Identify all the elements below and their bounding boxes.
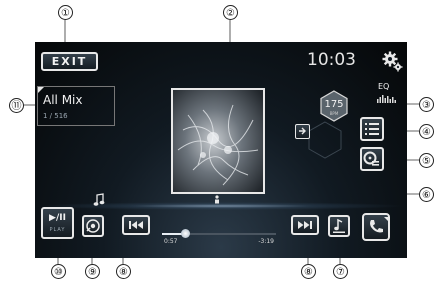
previous-icon [129,221,143,229]
list-icon [365,123,379,135]
album-artwork[interactable] [171,88,265,194]
hexagon-outline-icon [308,121,342,159]
settings-button[interactable] [381,50,403,72]
source-list-button[interactable] [360,147,384,171]
horizon-glow [35,202,407,210]
disc-icon [86,219,100,233]
list-button[interactable] [360,117,384,141]
device-screen: EXIT 10:03 EQ All Mix 1 / 516 175 BPM ▶/… [35,42,407,258]
clock: 10:03 [307,50,356,70]
callout-9: ⑨ [85,264,100,279]
playlist-info[interactable]: All Mix 1 / 516 [37,86,115,126]
progress-bar[interactable]: 0:57 -3:19 [162,228,276,245]
phone-icon [370,217,388,233]
callout-2: ② [223,5,238,20]
music-note-icon [93,193,105,206]
elapsed-time: 0:57 [164,238,178,245]
next-track-button[interactable] [291,215,319,235]
arrow-right-icon [299,127,306,135]
previous-track-button[interactable] [122,215,150,235]
position-marker-icon [215,195,219,204]
callout-8-right: ⑧ [301,264,316,279]
callout-7: ⑦ [333,264,348,279]
arrow-button[interactable] [295,124,310,139]
track-index: 1 / 516 [43,112,68,120]
play-label: PLAY [49,227,66,233]
callout-1: ① [58,5,73,20]
progress-knob[interactable] [180,229,190,238]
bpm-value: 175 [324,99,344,110]
playlist-title: All Mix [43,93,83,107]
eq-bars-icon [377,95,396,103]
callout-6: ⑥ [419,187,434,202]
exit-button[interactable]: EXIT [41,52,98,71]
eq-label: EQ [378,82,390,91]
callout-8-left: ⑧ [116,264,131,279]
exit-label: EXIT [51,55,88,68]
callout-11: ⑪ [9,98,24,113]
music-source-button[interactable] [328,215,350,237]
bpm-indicator[interactable]: 175 BPM [319,90,349,122]
play-pause-button[interactable]: ▶/II PLAY [41,207,74,239]
callout-10: ⑩ [51,264,66,279]
next-icon [298,221,312,229]
phone-button[interactable] [362,213,390,241]
remaining-time: -3:19 [258,238,274,245]
eq-indicator[interactable]: EQ [376,82,398,104]
callout-4: ④ [419,124,434,139]
music-note-icon [333,218,345,233]
random-play-button[interactable] [82,215,104,237]
gear-icon [382,51,403,72]
callout-3: ③ [419,97,434,112]
artwork-image [173,90,263,192]
play-pause-symbol: ▶/II [49,213,66,223]
bpm-unit: BPM [329,111,339,116]
callout-5: ⑤ [419,153,434,168]
disc-list-icon [363,151,379,166]
